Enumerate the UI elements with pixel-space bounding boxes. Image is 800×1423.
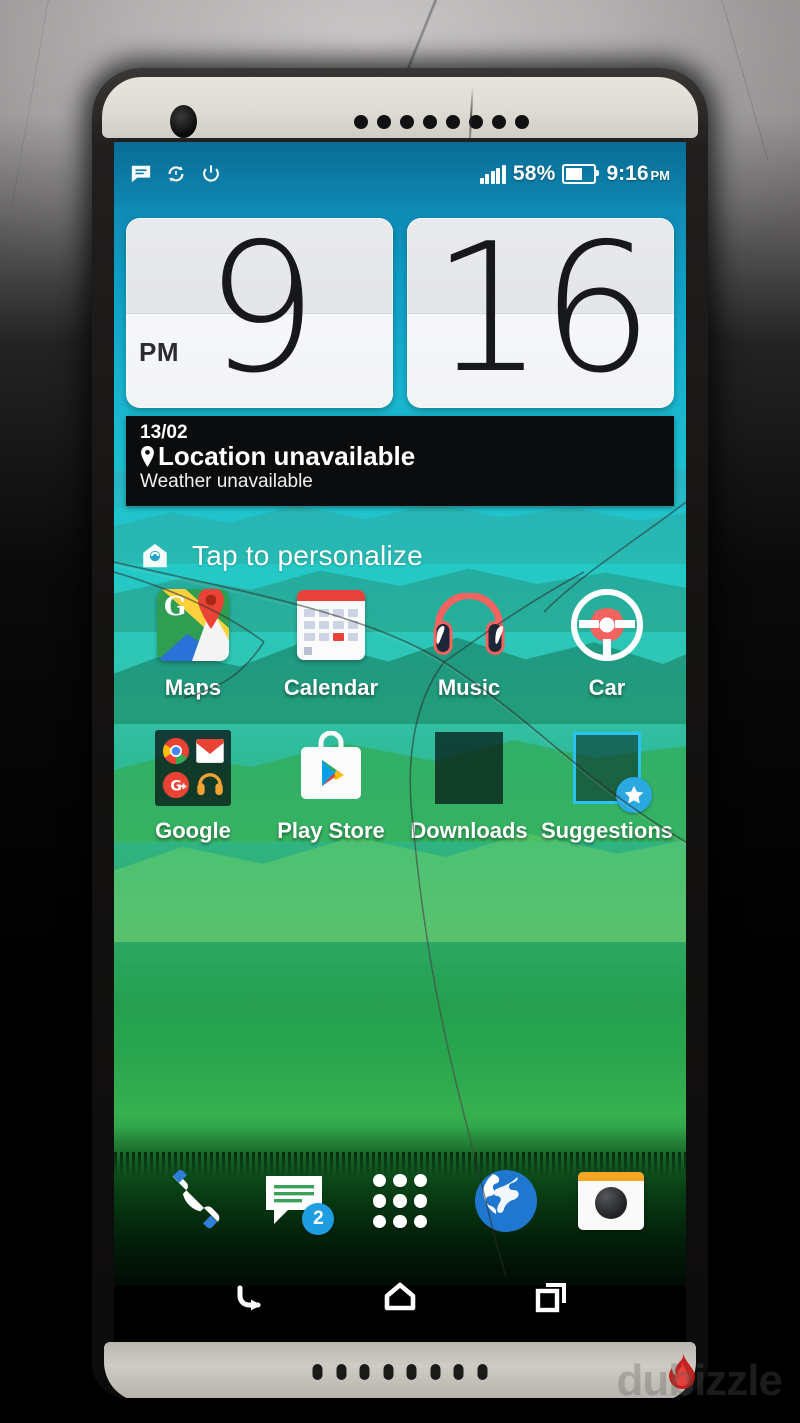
play-store-icon bbox=[301, 731, 361, 799]
clock-widget[interactable]: 9 PM 16 bbox=[126, 218, 674, 408]
clock-minute-card[interactable]: 16 bbox=[407, 218, 674, 408]
status-bar-clock: 9:16 PM bbox=[606, 162, 670, 185]
personalize-row[interactable]: Tap to personalize bbox=[126, 532, 674, 580]
headphones-music-icon bbox=[433, 593, 505, 655]
watermark-text: dubizzle bbox=[616, 1356, 783, 1406]
clock-hour-card[interactable]: 9 PM bbox=[126, 218, 393, 408]
app-label: Music bbox=[437, 675, 501, 700]
sync-icon bbox=[168, 166, 184, 182]
bottom-speaker-icon bbox=[312, 1364, 488, 1380]
chrome-icon bbox=[161, 736, 191, 766]
dock-item-browser[interactable] bbox=[470, 1165, 542, 1237]
app-downloads[interactable]: Downloads bbox=[400, 727, 538, 844]
app-label: Suggestions bbox=[540, 818, 673, 843]
phone-device: 58% 9:16 PM 9 PM 16 13/02 Location unava… bbox=[92, 68, 708, 1398]
app-google-folder[interactable]: G Google bbox=[124, 727, 262, 844]
phone-screen[interactable]: 58% 9:16 PM 9 PM 16 13/02 Location unava… bbox=[114, 142, 686, 1347]
icon-wrapper bbox=[290, 727, 372, 809]
app-grid: G Maps Calendar Music Car G Google Play … bbox=[124, 584, 676, 870]
icon-wrapper bbox=[566, 727, 652, 813]
app-label: Downloads bbox=[410, 818, 528, 843]
app-label: Google bbox=[155, 818, 231, 843]
dock-item-camera[interactable] bbox=[575, 1165, 647, 1237]
downloads-icon bbox=[435, 732, 503, 804]
icon-wrapper: G bbox=[152, 727, 234, 809]
battery-percent: 58% bbox=[512, 162, 556, 185]
clock-hour: 9 bbox=[204, 218, 318, 408]
status-bar-left bbox=[130, 163, 222, 185]
clock-minute: 16 bbox=[431, 218, 653, 408]
dock: 2 bbox=[114, 1151, 686, 1251]
watermark: dubizzle bbox=[616, 1356, 783, 1406]
steering-wheel-car-icon bbox=[571, 589, 643, 661]
app-label: Play Store bbox=[277, 818, 385, 843]
back-icon bbox=[237, 1285, 262, 1311]
app-label: Calendar bbox=[283, 675, 379, 700]
clock-meridiem: PM bbox=[139, 337, 179, 367]
icon-wrapper bbox=[428, 584, 510, 666]
messages-badge: 2 bbox=[302, 1203, 335, 1235]
status-bar[interactable]: 58% 9:16 PM bbox=[114, 142, 686, 206]
map-pin-icon bbox=[198, 589, 224, 629]
icon-wrapper: G bbox=[152, 584, 234, 666]
app-suggestions[interactable]: Suggestions bbox=[538, 727, 676, 844]
camera-icon bbox=[578, 1172, 645, 1230]
phone-top-bezel bbox=[102, 77, 698, 150]
nav-home-button[interactable] bbox=[372, 1270, 428, 1326]
weather-date: 13/02 bbox=[140, 422, 188, 443]
earpiece-speaker-icon bbox=[354, 115, 529, 129]
google-folder-icon: G bbox=[155, 730, 231, 806]
weather-location-row: Location unavailable bbox=[140, 442, 660, 471]
dock-item-messages[interactable]: 2 bbox=[258, 1165, 335, 1237]
svg-text:G: G bbox=[170, 779, 182, 795]
status-bar-right: 58% 9:16 PM bbox=[479, 162, 670, 186]
app-maps[interactable]: G Maps bbox=[124, 584, 262, 701]
dock-item-app-drawer[interactable] bbox=[364, 1165, 436, 1237]
nav-back-button[interactable] bbox=[221, 1270, 277, 1326]
calendar-icon bbox=[297, 590, 365, 660]
play-music-icon bbox=[195, 770, 225, 800]
star-badge-icon bbox=[616, 777, 652, 813]
icon-wrapper bbox=[566, 584, 648, 666]
icon-wrapper bbox=[290, 584, 372, 666]
app-calendar[interactable]: Calendar bbox=[262, 584, 400, 701]
gmail-icon bbox=[195, 736, 225, 766]
browser-globe-icon bbox=[474, 1170, 537, 1232]
google-maps-icon: G bbox=[157, 589, 229, 661]
app-label: Car bbox=[588, 675, 626, 700]
navigation-bar bbox=[114, 1263, 686, 1333]
suggestions-icon bbox=[573, 732, 652, 813]
google-plus-icon: G bbox=[161, 770, 191, 800]
app-car[interactable]: Car bbox=[538, 584, 676, 701]
personalize-label: Tap to personalize bbox=[192, 540, 423, 571]
phone-icon bbox=[172, 1169, 220, 1229]
recents-icon bbox=[535, 1283, 566, 1313]
app-play-store[interactable]: Play Store bbox=[262, 727, 400, 844]
battery-icon bbox=[562, 164, 600, 184]
front-camera-icon bbox=[170, 105, 197, 138]
app-label: Maps bbox=[164, 675, 222, 700]
weather-widget[interactable]: 13/02 Location unavailable Weather unava… bbox=[126, 416, 674, 506]
app-row: G Google Play Store Downloads Suggestion… bbox=[124, 727, 676, 844]
home-icon bbox=[384, 1282, 416, 1311]
weather-condition: Weather unavailable bbox=[140, 470, 313, 492]
weather-location-text: Location unavailable bbox=[158, 440, 416, 471]
app-music[interactable]: Music bbox=[400, 584, 538, 701]
message-icon bbox=[131, 165, 151, 183]
power-saver-icon bbox=[203, 165, 219, 182]
blinkfeed-home-icon bbox=[143, 543, 167, 568]
app-drawer-icon bbox=[372, 1174, 427, 1228]
icon-wrapper bbox=[428, 727, 510, 809]
nav-recents-button[interactable] bbox=[523, 1270, 579, 1326]
location-pin-icon bbox=[141, 445, 154, 467]
app-row: G Maps Calendar Music Car bbox=[124, 584, 676, 701]
dock-item-phone[interactable] bbox=[153, 1165, 225, 1237]
signal-bars-icon bbox=[479, 164, 506, 184]
phone-bottom-bezel bbox=[104, 1342, 696, 1398]
